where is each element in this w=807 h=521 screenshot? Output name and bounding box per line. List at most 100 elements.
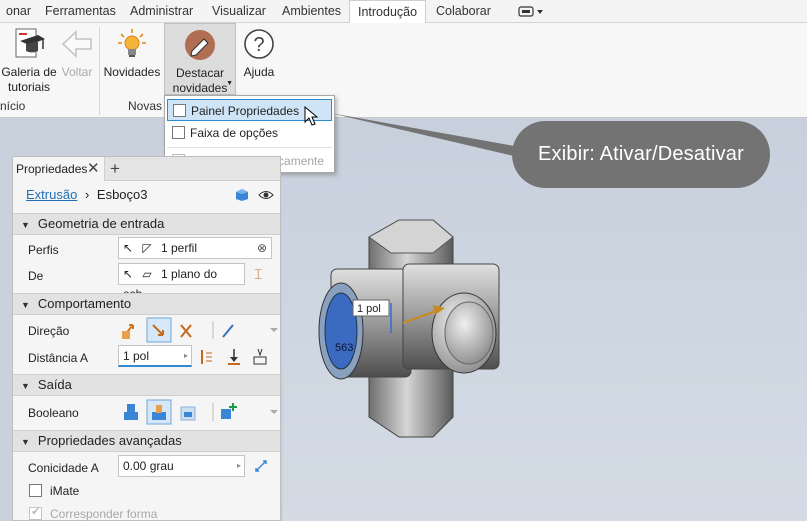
group-label-news: Novas xyxy=(128,99,163,113)
menu-divider xyxy=(167,147,332,148)
section-title: Comportamento xyxy=(37,296,132,311)
chevron-right-icon: › xyxy=(84,187,90,202)
expand-arrow-icon[interactable]: ▸ xyxy=(184,346,188,366)
whats-new-label: Novidades xyxy=(103,65,161,79)
tab-properties-label: Propriedades xyxy=(16,162,88,176)
section-output[interactable]: ▼ Saída xyxy=(13,374,280,396)
breadcrumb-link-extrusion[interactable]: Extrusão xyxy=(26,187,77,202)
label-taper: Conicidade A xyxy=(28,461,99,475)
label-direction: Direção xyxy=(28,324,70,338)
clear-icon[interactable]: ⊗ xyxy=(257,238,267,258)
tab-ferramentas[interactable]: Ferramentas xyxy=(37,0,124,23)
tutorial-gallery-icon xyxy=(15,28,45,58)
checkbox-ribbon[interactable] xyxy=(172,126,185,139)
dimension-label[interactable]: 1 pol xyxy=(357,303,381,315)
checkbox-properties-panel[interactable] xyxy=(173,104,186,117)
lightbulb-icon xyxy=(118,29,146,57)
direction-buttons xyxy=(119,317,281,343)
help-icon: ? xyxy=(244,29,274,59)
menu-item-label: Painel Propriedades xyxy=(191,104,300,118)
direction-symmetric-icon[interactable] xyxy=(180,324,192,338)
dropdown-caret-icon[interactable]: ▼ xyxy=(226,76,233,91)
tab-gerenciar[interactable]: onar xyxy=(0,0,39,23)
join-icon[interactable] xyxy=(124,404,138,420)
chevron-down-icon[interactable] xyxy=(270,328,278,332)
flip-taper-icon[interactable] xyxy=(253,458,269,474)
tab-visualizar[interactable]: Visualizar xyxy=(204,0,274,23)
highlight-new-icon xyxy=(185,30,215,60)
profile-icon: ◸ xyxy=(142,241,152,255)
tab-ambientes[interactable]: Ambientes xyxy=(274,0,349,23)
terminate-icon[interactable]: ⌶ xyxy=(254,266,262,283)
to-next-icon[interactable] xyxy=(228,349,240,365)
label-profiles: Perfis xyxy=(28,243,59,257)
label-imate: iMate xyxy=(50,484,80,498)
section-title: Geometria de entrada xyxy=(37,216,165,231)
direction-asymmetric-icon[interactable] xyxy=(222,324,234,338)
back-arrow-icon xyxy=(61,30,92,58)
part-label: 563 xyxy=(335,342,353,354)
label-boolean: Booleano xyxy=(28,406,79,420)
help-button[interactable]: ? Ajuda xyxy=(238,23,280,95)
breadcrumb: Extrusão › Esboço3 xyxy=(26,187,148,202)
checkmark-icon: ✔ xyxy=(31,506,41,518)
ribbon-panel: Galeria de tutoriais Voltar Novidades De… xyxy=(0,23,807,118)
profiles-field[interactable]: ↖ ◸ 1 perfil ⊗ xyxy=(118,237,272,259)
properties-panel: Propriedades ✕ + Extrusão › Esboço3 ▼ Geo… xyxy=(12,156,281,521)
select-cursor-icon: ↖ xyxy=(123,267,134,281)
mouse-cursor-icon xyxy=(304,106,319,126)
match-shape-checkbox: ✔ xyxy=(29,506,42,520)
collapse-arrow-icon[interactable]: ▼ xyxy=(21,300,30,310)
callout-pointer xyxy=(330,113,520,157)
tutorial-gallery-label: Galeria de tutoriais xyxy=(1,65,57,94)
whats-new-button[interactable]: Novidades xyxy=(101,23,163,95)
direction-default-icon[interactable] xyxy=(122,324,134,339)
tab-colaborar[interactable]: Colaborar xyxy=(428,0,499,23)
distance-mode-icon[interactable] xyxy=(201,350,212,364)
tab-introducao[interactable]: Introdução xyxy=(349,0,427,24)
label-distance: Distância A xyxy=(28,351,89,365)
collapse-arrow-icon[interactable]: ▼ xyxy=(21,220,30,230)
cube-icon[interactable] xyxy=(235,188,249,202)
section-input-geometry[interactable]: ▼ Geometria de entrada xyxy=(13,213,280,235)
callout-tooltip: Exibir: Ativar/Desativar xyxy=(512,121,770,188)
back-button[interactable]: Voltar xyxy=(58,23,96,95)
breadcrumb-current: Esboço3 xyxy=(96,187,148,202)
group-label-start: nício xyxy=(0,99,26,113)
tab-properties[interactable]: Propriedades ✕ xyxy=(13,157,105,181)
tutorial-gallery-button[interactable]: Galeria de tutoriais xyxy=(0,23,58,95)
from-field[interactable]: ↖ ▱ 1 plano do esb... xyxy=(118,263,245,301)
imate-checkbox[interactable] xyxy=(29,484,42,497)
add-tab-icon[interactable]: + xyxy=(110,157,120,180)
plane-icon: ▱ xyxy=(142,267,152,281)
section-title: Saída xyxy=(37,377,72,392)
help-label: Ajuda xyxy=(243,65,275,79)
expand-arrow-icon[interactable]: ▸ xyxy=(237,456,241,476)
highlight-new-button[interactable]: Destacar novidades ▼ xyxy=(164,23,236,95)
intersect-icon[interactable] xyxy=(180,406,196,421)
select-cursor-icon: ↖ xyxy=(123,241,134,255)
distance-input[interactable]: 1 pol ▸ xyxy=(118,345,192,367)
section-behavior[interactable]: ▼ Comportamento xyxy=(13,293,280,315)
chevron-down-icon[interactable] xyxy=(270,410,278,414)
highlight-new-label: Destacar novidades xyxy=(172,66,228,95)
collapse-arrow-icon[interactable]: ▼ xyxy=(21,437,30,447)
to-all-icon[interactable] xyxy=(253,348,267,365)
new-solid-icon[interactable] xyxy=(221,403,237,419)
profiles-value: 1 perfil xyxy=(160,241,198,255)
tab-administrar[interactable]: Administrar xyxy=(122,0,201,23)
section-title: Propriedades avançadas xyxy=(37,433,182,448)
eye-icon[interactable] xyxy=(258,190,274,200)
panel-tab-bar: Propriedades ✕ + xyxy=(13,157,280,181)
collapse-arrow-icon[interactable]: ▼ xyxy=(21,381,30,391)
ribbon-tab-bar: onar Ferramentas Administrar Visualizar … xyxy=(0,0,807,24)
back-label: Voltar xyxy=(61,65,93,79)
display-options-icon[interactable] xyxy=(518,6,544,18)
close-icon[interactable]: ✕ xyxy=(87,157,100,181)
menu-item-label: Faixa de opções xyxy=(190,126,279,140)
svg-text:?: ? xyxy=(253,34,264,56)
label-from: De xyxy=(28,269,44,283)
section-advanced[interactable]: ▼ Propriedades avançadas xyxy=(13,430,280,452)
taper-value: 0.00 grau xyxy=(123,459,174,473)
taper-input[interactable]: 0.00 grau ▸ xyxy=(118,455,245,477)
